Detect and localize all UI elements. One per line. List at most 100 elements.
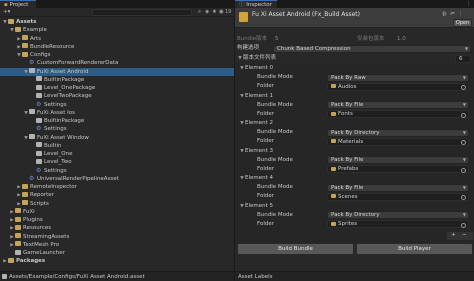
tree-item[interactable]: ▼ Assets [0, 18, 234, 26]
bundle-version-label: Bundle版本 [237, 36, 268, 42]
bundle-mode-dropdown[interactable]: Pack By File ▼ [327, 183, 469, 192]
build-player-button[interactable]: Build Player [356, 243, 473, 255]
object-picker-icon[interactable] [461, 195, 466, 200]
element-header[interactable]: ▼Element 2 [239, 119, 469, 128]
tree-item[interactable]: ⚙ Settings [0, 101, 234, 109]
open-button[interactable]: Open [453, 19, 472, 27]
folder-icon [22, 200, 28, 205]
build-option-label: 构建选项 [237, 45, 260, 51]
filter-icon[interactable]: ⌕ [198, 9, 201, 16]
tree-item-label: RemoteInspector [30, 184, 77, 190]
folder-icon [8, 18, 14, 24]
object-picker-icon[interactable] [461, 140, 466, 145]
bundle-mode-dropdown[interactable]: Pack By Directory ▼ [327, 128, 469, 137]
preset-icon[interactable]: ⇌ [450, 11, 455, 17]
object-picker-icon[interactable] [461, 112, 466, 118]
tree-item[interactable]: BuiltinPackage [0, 117, 234, 125]
tree-item[interactable]: ▶ RemoteInspector [0, 183, 234, 191]
tree-item-label: Example [23, 27, 47, 34]
chevron-down-icon: ▼ [462, 102, 466, 107]
element-name: Element 0 [245, 65, 274, 71]
tree-item[interactable]: ▶ Packages [0, 257, 234, 265]
tree-item[interactable]: ▶ Scripts [0, 200, 234, 208]
tree-item-label: Settings [44, 101, 67, 108]
bundle-mode-dropdown[interactable]: Pack By Raw ▼ [327, 73, 469, 82]
folder-object-field[interactable]: Sprites [327, 220, 469, 228]
tree-item-label: Reporter [30, 192, 54, 199]
star-icon[interactable]: ★ [212, 9, 217, 15]
folder-object-field[interactable]: Fonts [327, 110, 469, 118]
bundle-mode-dropdown[interactable]: Pack By Directory ▼ [327, 211, 469, 219]
bundle-mode-dropdown[interactable]: Pack By File ▼ [327, 156, 469, 164]
folder-row: Folder Sprites [257, 220, 471, 229]
tree-item[interactable]: ⚙ Settings [0, 167, 234, 175]
folder-icon [331, 84, 336, 88]
folder-label: Folder [257, 110, 274, 117]
folder-object-field[interactable]: Prefabs [327, 165, 469, 173]
tree-item[interactable]: Level_One [0, 150, 234, 158]
tree-item[interactable]: ▶ Resources [0, 224, 234, 232]
tree-item[interactable]: ⚙ UniversalRenderPipelineAsset [0, 175, 234, 183]
remove-element-button[interactable]: − [462, 232, 467, 238]
tree-item-label: Level_OnePackage [44, 85, 96, 91]
tree-item-label: BundleResource [30, 43, 75, 50]
tree-item[interactable]: ▼ FuXi Asset Window [0, 134, 234, 142]
tree-item[interactable]: ▼ Example [0, 26, 234, 34]
tree-item[interactable]: ▼ FuXi Asset Android [0, 67, 234, 76]
bundle-mode-row: Bundle Mode Pack By Directory ▼ [257, 128, 471, 137]
eye-icon[interactable]: ◉ [219, 9, 224, 15]
list-size-field[interactable]: 6 [455, 54, 471, 63]
tree-item[interactable]: Level_OnePackage [0, 84, 234, 92]
search-input[interactable] [92, 9, 192, 16]
context-menu-icon[interactable]: ⋮ [458, 11, 464, 17]
tab-inspector[interactable]: ⓘ Inspector [235, 0, 277, 8]
tree-item[interactable]: ▼ Configs [0, 51, 234, 59]
element-header[interactable]: ▼Element 0 [239, 64, 469, 73]
tree-item[interactable]: ▶ BundleResource [0, 43, 234, 51]
tree-item[interactable]: LevelTwoPackage [0, 92, 234, 100]
tree-item[interactable]: Level_Two [0, 158, 234, 166]
build-bundle-button[interactable]: Build Bundle [237, 243, 354, 255]
element-header[interactable]: ▼Element 3 [239, 147, 469, 156]
add-element-button[interactable]: + [451, 232, 456, 238]
object-picker-icon[interactable] [461, 85, 466, 90]
folder-object-field[interactable]: Audios [327, 82, 469, 91]
element-header[interactable]: ▼Element 1 [239, 92, 469, 101]
tree-item[interactable]: Builtin [0, 142, 234, 150]
tab-project[interactable]: ▪ Project [0, 0, 36, 8]
folder-icon [331, 221, 336, 226]
label-icon[interactable]: ◈ [205, 9, 209, 15]
tree-item[interactable]: GameLauncher [0, 249, 234, 257]
project-toolbar: +▾ ⌕ ◈ ★ ◉ 19 [0, 8, 234, 17]
help-icon[interactable]: ◍ [442, 11, 447, 17]
tree-item-label: Resources [23, 225, 52, 232]
tree-item[interactable]: ▶ Arts [0, 35, 234, 43]
add-icon[interactable]: +▾ [3, 9, 10, 15]
tree-item[interactable]: ⚙ Settings [0, 125, 234, 133]
tree-item[interactable]: ▶ Reporter [0, 191, 234, 199]
tree-item[interactable]: ▼ FuXi Asset Ios [0, 109, 234, 117]
element-header[interactable]: ▼Element 5 [239, 202, 469, 211]
object-picker-icon[interactable] [461, 222, 466, 228]
version-list-header[interactable]: ▼版本文件列表 6 [237, 54, 473, 63]
folder-object-field[interactable]: Materials [327, 137, 469, 146]
tree-item[interactable]: ⚙ CustomForwardRendererData [0, 59, 234, 67]
folder-icon [15, 241, 21, 247]
asset-icon [2, 274, 7, 279]
tree-item[interactable]: ▶ TextMesh Pro [0, 241, 234, 249]
tree-item[interactable]: ▶ StreamingAssets [0, 233, 234, 241]
element-header[interactable]: ▼Element 4 [239, 174, 469, 183]
chevron-down-icon: ▼ [462, 184, 466, 190]
bundle-mode-row: Bundle Mode Pack By File ▼ [257, 183, 471, 192]
tree-item[interactable]: BuiltinPackage [0, 76, 234, 84]
tree-item-label: FuXi Asset Ios [37, 109, 76, 116]
folder-icon [331, 139, 336, 143]
tab-menu-icon[interactable]: ⋮ [466, 1, 472, 7]
folder-object-field[interactable]: Scenes [327, 192, 469, 201]
tree-item[interactable]: ▶ FuXi [0, 208, 234, 216]
bundle-mode-dropdown[interactable]: Pack By File ▼ [327, 101, 469, 109]
object-picker-icon[interactable] [461, 167, 466, 173]
tree-item[interactable]: ▶ Plugins [0, 216, 234, 224]
build-option-dropdown[interactable]: Chunk Based Compression ▼ [273, 44, 471, 53]
chevron-down-icon: ▼ [464, 45, 468, 51]
